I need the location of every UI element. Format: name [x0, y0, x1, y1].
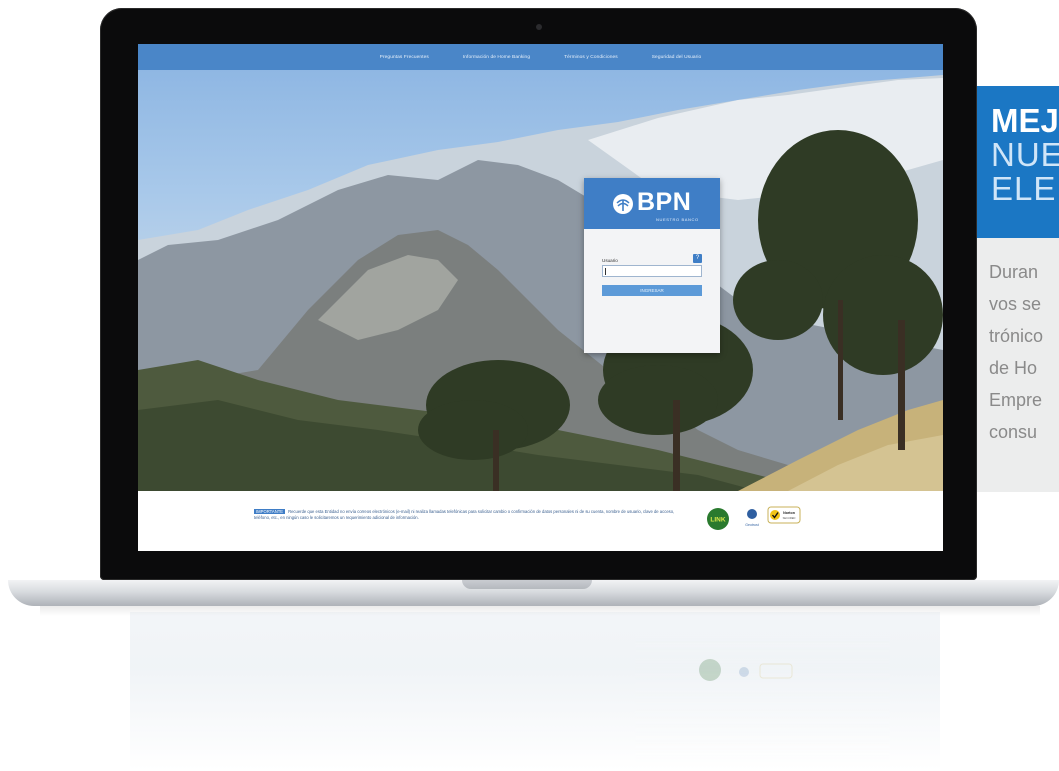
araucaria-tree-icon: [613, 194, 633, 214]
nav-terms-link[interactable]: Términos y Condiciones: [564, 55, 618, 60]
top-navbar: Preguntas Frecuentes Información de Home…: [138, 44, 943, 70]
geotrust-badge-icon: Geotrust: [745, 509, 759, 527]
text-caret: [605, 268, 606, 275]
norton-secured-badge-icon: Norton SECURED: [767, 506, 801, 524]
reflected-badges: [698, 652, 838, 693]
help-icon[interactable]: ?: [693, 254, 702, 263]
security-notice: IMPORTANTE Recuerde que esta Entidad no e…: [254, 509, 684, 521]
nav-security-link[interactable]: Seguridad del Usuario: [652, 55, 702, 60]
link-network-badge-icon: LINK: [707, 508, 729, 530]
bpn-logo-subtitle: NUESTRO BANCO: [656, 217, 699, 222]
laptop-screen: Preguntas Frecuentes Información de Home…: [138, 44, 943, 551]
promo-header: MEJ NUE ELE: [977, 86, 1059, 238]
notice-text: Recuerde que esta Entidad no envía corre…: [254, 509, 675, 520]
promo-title-line-1: MEJ: [991, 102, 1059, 139]
nav-home-banking-info-link[interactable]: Información de Home Banking: [463, 55, 530, 60]
bpn-logo-text: BPN: [637, 188, 692, 216]
promo-title-line-2: NUE: [991, 136, 1059, 173]
svg-text:LINK: LINK: [710, 517, 725, 524]
username-label: Usuario: [602, 258, 618, 263]
landscape-illustration: [138, 75, 943, 491]
laptop-reflection: [130, 612, 940, 771]
promo-body-line: consu: [989, 422, 1038, 442]
svg-text:SECURED: SECURED: [783, 516, 796, 520]
webcam: [536, 24, 542, 30]
bpn-logo-header: BPN NUESTRO BANCO: [584, 178, 720, 229]
promo-body-line: Duran: [989, 262, 1039, 282]
login-submit-button[interactable]: INGRESAR: [602, 285, 702, 296]
hero-landscape-image: BPN NUESTRO BANCO Usuario ? INGRESAR: [138, 70, 943, 491]
promo-body-line: Empre: [989, 390, 1043, 410]
svg-text:Norton: Norton: [783, 511, 795, 515]
svg-text:Geotrust: Geotrust: [745, 523, 758, 527]
footer-strip: IMPORTANTE Recuerde que esta Entidad no e…: [138, 491, 943, 551]
notice-tag: IMPORTANTE: [254, 509, 286, 514]
nav-faq-link[interactable]: Preguntas Frecuentes: [380, 55, 429, 60]
laptop-base-notch: [462, 580, 592, 589]
login-card: BPN NUESTRO BANCO Usuario ? INGRESAR: [584, 178, 720, 353]
username-input[interactable]: [602, 265, 702, 277]
promo-body-line: vos se: [989, 294, 1042, 314]
promo-body-line: trónico: [989, 326, 1044, 346]
promo-body-line: de Ho: [989, 358, 1038, 378]
promo-body: Duran vos se trónico de Ho Empre consu: [977, 238, 1059, 492]
promo-title-line-3: ELE: [991, 170, 1057, 207]
security-badges: LINK Geotrust Norton SECURED: [706, 501, 846, 537]
